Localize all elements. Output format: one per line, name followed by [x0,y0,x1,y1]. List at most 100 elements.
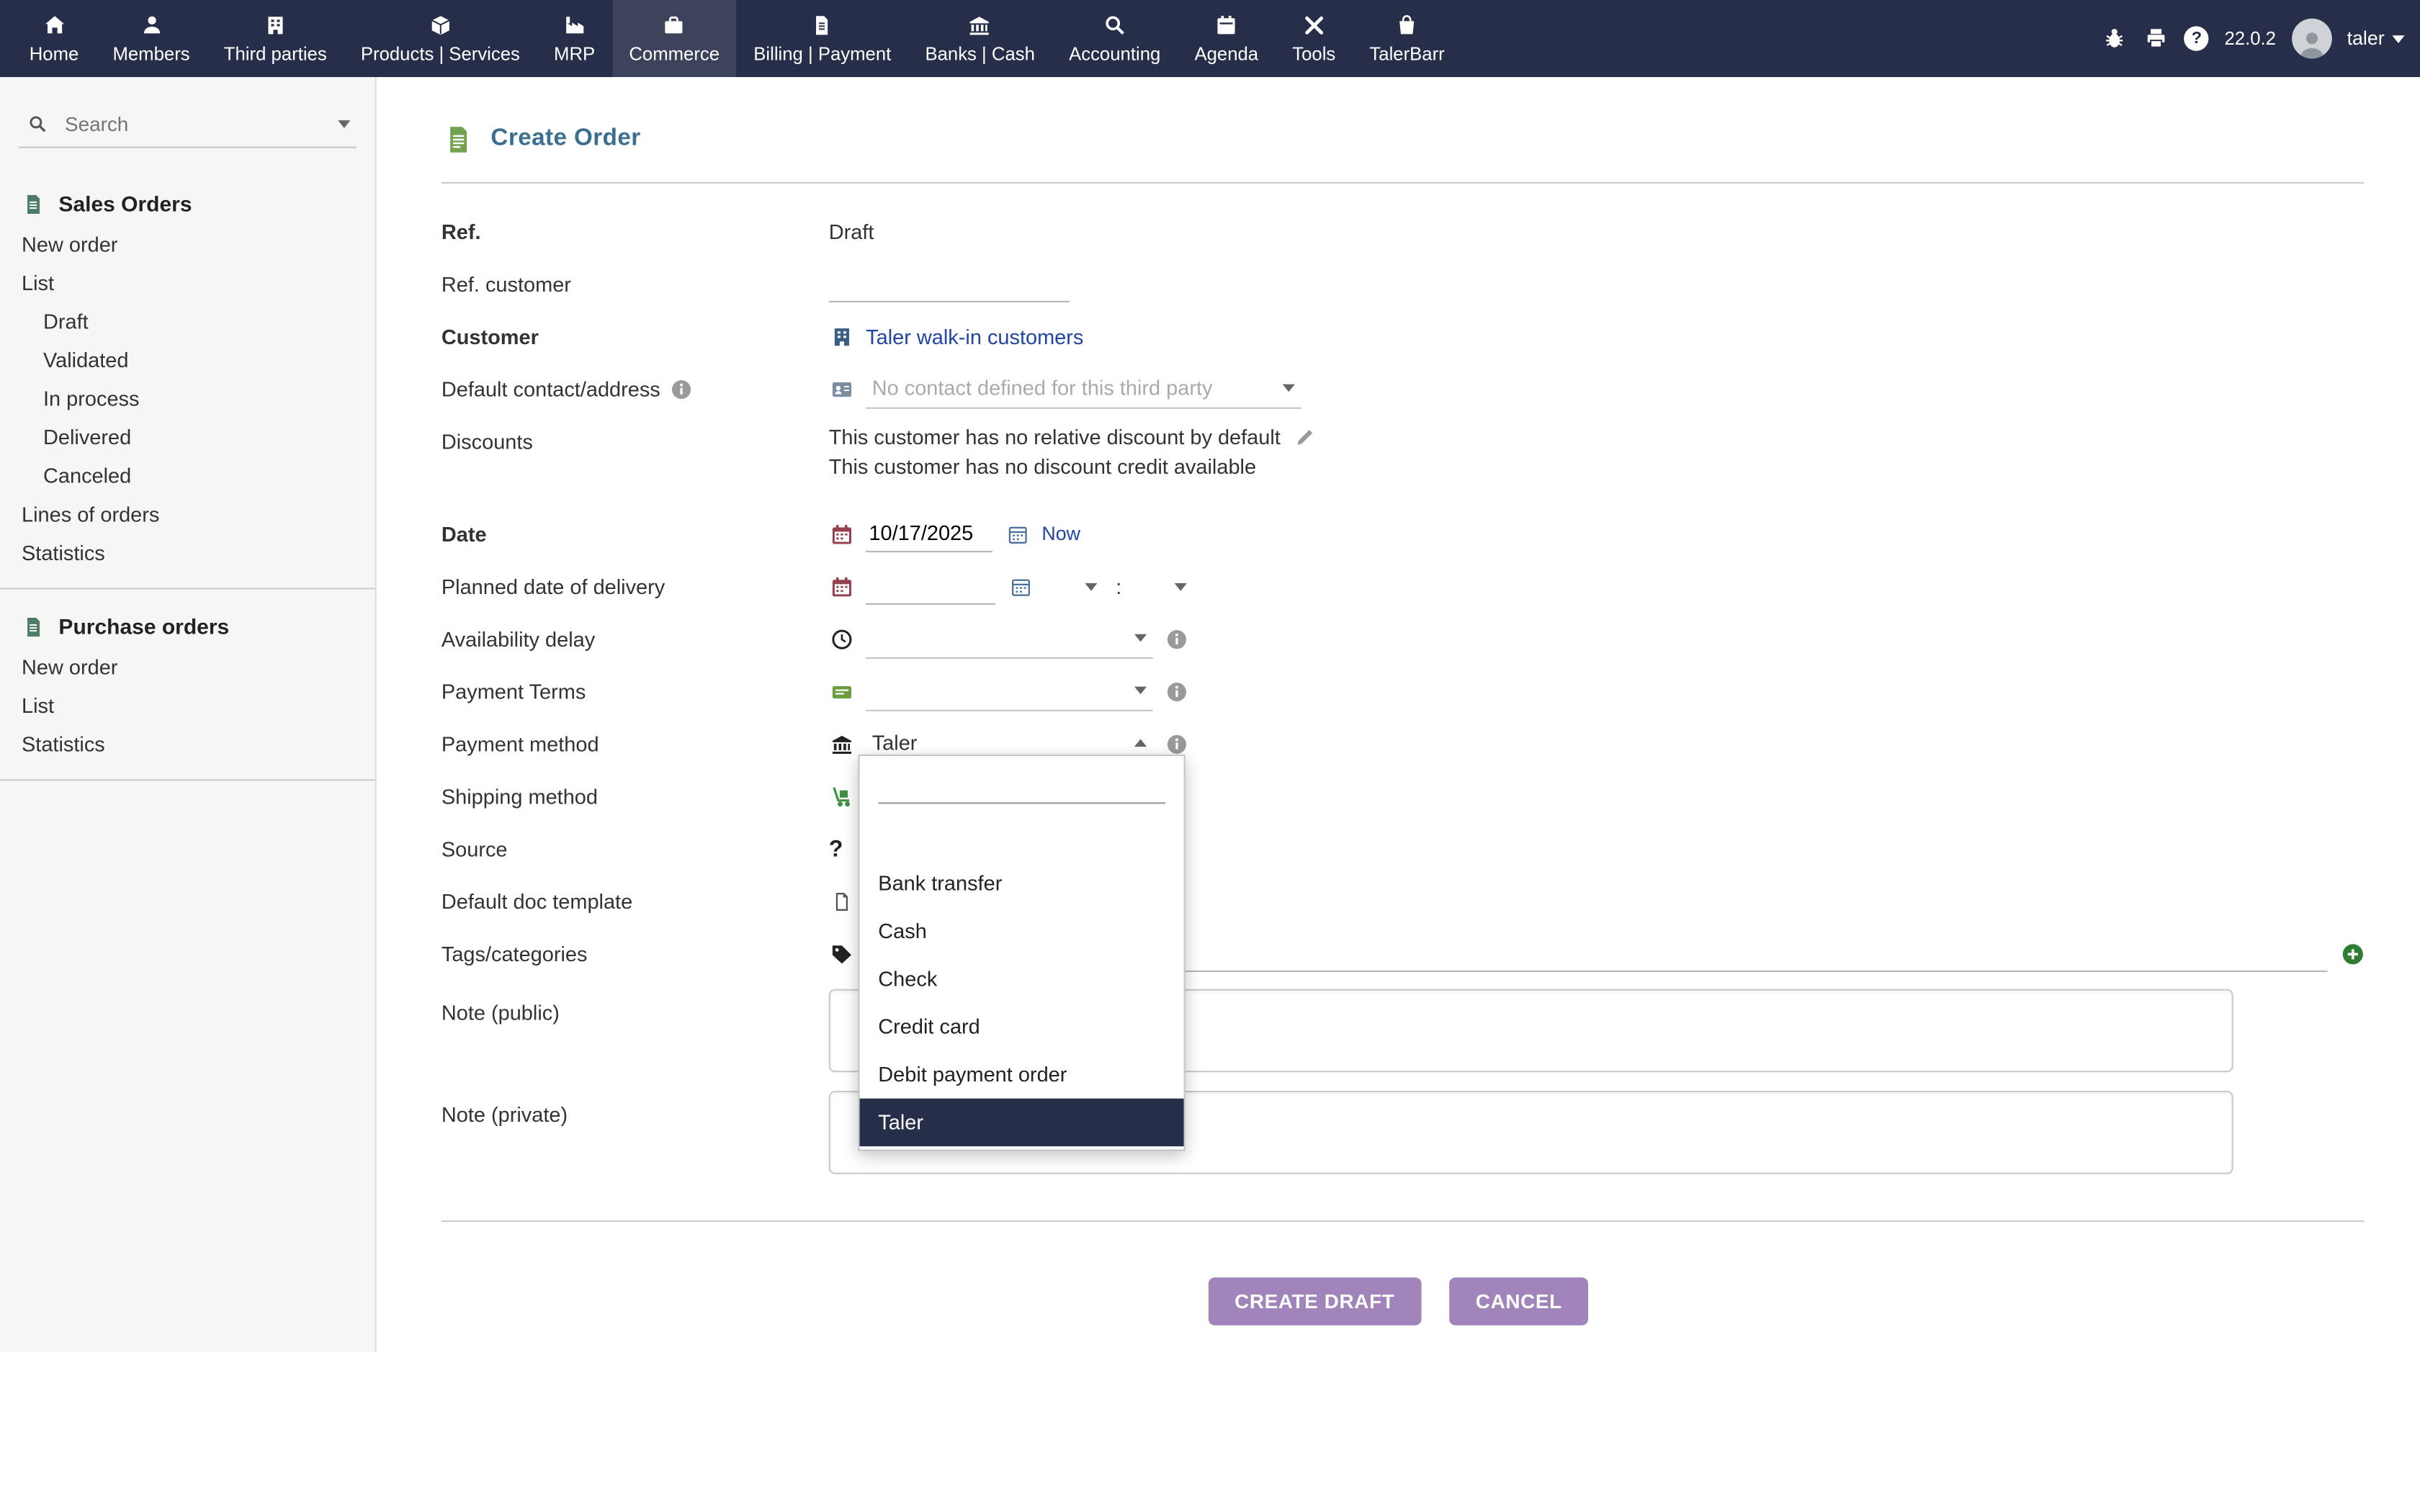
ref-customer-input[interactable] [829,266,1070,302]
left-sidebar: Sales Orders New order List Draft Valida… [0,77,377,1351]
shop-bag-icon [1394,13,1419,37]
print-icon[interactable] [2143,25,2169,51]
dropdown-search-input[interactable] [878,771,1165,802]
info-icon [1165,680,1188,703]
bank-icon [968,13,992,37]
payment-terms-select[interactable] [866,672,1153,711]
nav-item-tools[interactable]: Tools [1276,0,1353,77]
sidebar-item-validated[interactable]: Validated [0,341,375,380]
nav-item-banks[interactable]: Banks | Cash [908,0,1052,77]
invoice-icon [810,13,835,37]
dropdown-option-debit-payment-order[interactable]: Debit payment order [860,1050,1184,1098]
dropdown-option-taler[interactable]: Taler [860,1099,1184,1146]
sidebar-item-po-list[interactable]: List [0,687,375,726]
factory-icon [562,13,586,37]
now-link[interactable]: Now [1041,523,1080,544]
version-label: 22.0.2 [2224,28,2276,50]
delivery-date-input[interactable] [866,569,995,604]
delivery-hour-select[interactable] [1045,568,1103,605]
divider [442,1220,2365,1222]
chevron-down-icon [1134,634,1147,642]
customer-link[interactable]: Taler walk-in customers [866,325,1083,348]
contact-select[interactable]: No contact defined for this third party [866,369,1301,408]
dropdown-option-bank-transfer[interactable]: Bank transfer [860,860,1184,907]
form-row-note-private: Note (private) [442,1081,2365,1183]
search-dropdown-caret-icon[interactable] [338,120,350,128]
payment-method-dropdown: Bank transfer Cash Check Credit card Deb… [858,755,1185,1151]
dropdown-option-check[interactable]: Check [860,955,1184,1002]
sidebar-item-po-new-order[interactable]: New order [0,648,375,687]
user-avatar[interactable] [2291,19,2331,59]
ref-label: Ref. [442,220,829,243]
edit-pencil-icon[interactable] [1293,424,1317,449]
dropdown-search[interactable] [878,771,1165,804]
sidebar-item-po-statistics[interactable]: Statistics [0,725,375,764]
availability-select[interactable] [866,619,1153,658]
sidebar-divider [0,779,375,780]
shipping-label: Shipping method [442,785,829,808]
form-row-delivery-date: Planned date of delivery : [442,560,2365,613]
question-icon: ? [829,835,843,861]
chevron-down-icon [2392,35,2404,42]
dropdown-option-credit-card[interactable]: Credit card [860,1003,1184,1050]
sidebar-item-canceled[interactable]: Canceled [0,456,375,495]
sidebar-item-draft[interactable]: Draft [0,302,375,341]
sidebar-item-statistics[interactable]: Statistics [0,534,375,572]
sidebar-section-title: Sales Orders [58,192,192,216]
form-actions: CREATE DRAFT CANCEL [377,1277,2420,1325]
sidebar-item-list[interactable]: List [0,264,375,302]
calendar-picker-icon[interactable] [1005,521,1029,546]
chevron-down-icon [1174,582,1186,590]
nav-item-members[interactable]: Members [96,0,207,77]
form-row-shipping: Shipping method [442,770,2365,822]
building-icon [263,13,287,37]
source-label: Source [442,837,829,860]
nav-item-commerce[interactable]: Commerce [612,0,737,77]
create-draft-button[interactable]: CREATE DRAFT [1209,1277,1421,1325]
date-label: Date [442,522,829,545]
nav-item-home[interactable]: Home [12,0,96,77]
discounts-label: Discounts [442,424,829,454]
calendar-icon [829,574,853,598]
search-input[interactable] [62,111,326,137]
dropdown-option-empty[interactable] [860,813,1184,859]
ref-value: Draft [829,220,874,243]
page-title: Create Order [490,125,640,153]
sidebar-item-lines-of-orders[interactable]: Lines of orders [0,495,375,534]
nav-item-agenda[interactable]: Agenda [1178,0,1276,77]
nav-item-accounting[interactable]: Accounting [1052,0,1177,77]
nav-item-products[interactable]: Products | Services [344,0,537,77]
calendar-picker-icon[interactable] [1008,574,1032,598]
contact-select-placeholder: No contact defined for this third party [872,377,1213,400]
sidebar-search[interactable] [19,105,357,148]
info-icon [1165,627,1188,650]
sidebar-item-in-process[interactable]: In process [0,379,375,418]
help-icon[interactable]: ? [2184,26,2209,50]
sidebar-item-new-order[interactable]: New order [0,225,375,264]
form-row-availability: Availability delay [442,613,2365,665]
time-separator: : [1116,575,1121,598]
add-tag-plus-icon[interactable] [2340,941,2365,966]
nav-item-third-parties[interactable]: Third parties [207,0,344,77]
bug-icon[interactable] [2101,25,2127,51]
cancel-button[interactable]: CANCEL [1449,1277,1588,1325]
user-menu[interactable]: taler [2347,28,2405,50]
topnav-right: ? 22.0.2 taler [2101,0,2405,77]
dropdown-option-cash[interactable]: Cash [860,907,1184,955]
nav-label: Home [30,42,79,64]
form-row-source: Source ? [442,822,2365,875]
form-row-contact: Default contact/address No contact defin… [442,363,2365,415]
document-icon [829,888,853,913]
sidebar-item-delivered[interactable]: Delivered [0,418,375,457]
delivery-date-label: Planned date of delivery [442,575,829,598]
date-input[interactable] [866,516,992,552]
calendar-icon [1214,13,1239,37]
shipping-dolly-icon [829,784,853,809]
delivery-minute-select[interactable] [1134,568,1192,605]
nav-item-mrp[interactable]: MRP [537,0,611,77]
form-row-payment-terms: Payment Terms [442,665,2365,718]
nav-item-talerbarr[interactable]: TalerBarr [1353,0,1461,77]
nav-item-billing[interactable]: Billing | Payment [737,0,908,77]
nav-label: Products | Services [361,42,520,64]
orders-file-icon [22,615,45,638]
